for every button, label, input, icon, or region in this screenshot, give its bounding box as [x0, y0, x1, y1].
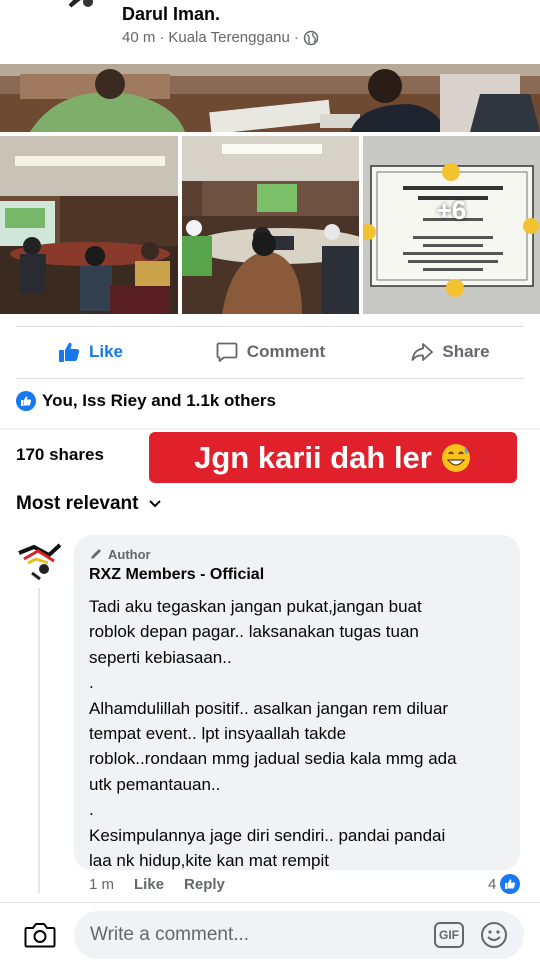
reaction-text: You, Iss Riey and 1.1k others	[42, 391, 276, 410]
like-button[interactable]: Like	[0, 328, 180, 376]
post-photo-2[interactable]	[0, 136, 178, 314]
page-avatar[interactable]	[50, 0, 110, 20]
comment-meta: 1 m Like Reply	[89, 876, 225, 893]
more-photos-count: +6	[436, 194, 467, 225]
like-thumb-icon	[58, 342, 80, 362]
thread-line	[38, 588, 40, 893]
reaction-summary[interactable]: You, Iss Riey and 1.1k others	[16, 391, 276, 411]
share-count[interactable]: 170 shares	[16, 445, 104, 465]
camera-icon[interactable]	[24, 921, 56, 949]
banner-text: Jgn karii dah ler	[194, 439, 432, 475]
comment-button[interactable]: Comment	[180, 328, 360, 376]
pencil-icon	[91, 549, 101, 559]
comment-input-placeholder: Write a comment...	[90, 924, 250, 945]
post-time[interactable]: 40 m	[122, 29, 155, 46]
comment-like-count[interactable]: 4	[488, 874, 521, 894]
comment-sort-dropdown[interactable]: Most relevant	[16, 493, 162, 515]
commenter-avatar[interactable]	[14, 533, 64, 583]
author-badge: Author	[89, 545, 506, 563]
comment-time[interactable]: 1 m	[89, 876, 114, 893]
comment-icon	[216, 342, 238, 362]
comment-composer: Write a comment... GIF	[0, 902, 540, 960]
comment-like-number: 4	[488, 875, 497, 893]
like-badge-icon	[16, 391, 36, 411]
comment-reply-button[interactable]: Reply	[184, 876, 225, 893]
share-icon	[411, 343, 434, 361]
post-location[interactable]: Kuala Terengganu	[168, 29, 290, 46]
share-button[interactable]: Share	[360, 328, 540, 376]
smiley-icon[interactable]	[480, 921, 508, 949]
post-meta: 40 m · Kuala Terengganu ·	[122, 29, 319, 46]
overlay-caption-banner: Jgn karii dah ler	[149, 432, 517, 483]
meta-separator-2: ·	[293, 29, 299, 46]
comment-text: Tadi aku tegaskan jangan pukat,jangan bu…	[89, 597, 457, 871]
section-separator	[0, 428, 540, 430]
divider	[16, 326, 524, 327]
page-name[interactable]: Darul Iman.	[122, 4, 220, 25]
comment-like-badge-icon	[500, 874, 521, 894]
share-label: Share	[442, 342, 490, 361]
comment-bubble: Author RXZ Members - Official Tadi aku t…	[74, 535, 520, 870]
divider-2	[16, 378, 524, 379]
post-header: Darul Iman. 40 m · Kuala Terengganu ·	[0, 0, 540, 62]
post-photo-3[interactable]	[182, 136, 359, 314]
comment-like-button[interactable]: Like	[134, 876, 164, 893]
more-photos-overlay[interactable]: +6	[363, 136, 540, 314]
post-action-bar: Like Comment Share	[0, 328, 540, 376]
grin-sweat-emoji	[441, 443, 470, 472]
globe-icon	[303, 30, 319, 45]
commenter-name[interactable]: RXZ Members - Official	[89, 566, 506, 588]
gif-label: GIF	[439, 928, 459, 942]
post-photo-1[interactable]	[0, 64, 540, 132]
meta-separator: ·	[159, 29, 165, 46]
sort-label: Most relevant	[16, 493, 139, 514]
comment-label: Comment	[246, 342, 326, 361]
author-badge-label: Author	[108, 546, 151, 562]
chevron-down-icon	[149, 500, 162, 508]
post-photo-grid: +6	[0, 136, 540, 314]
like-label: Like	[88, 342, 124, 361]
post-photo-4[interactable]: +6	[363, 136, 540, 314]
gif-icon[interactable]: GIF	[434, 922, 464, 948]
